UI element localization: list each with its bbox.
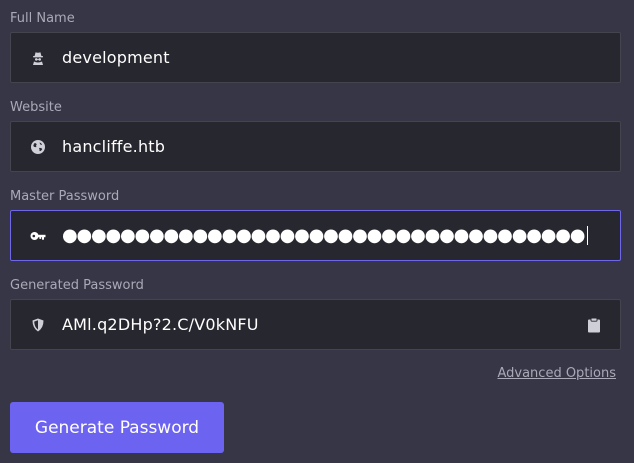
master-password-field[interactable]: ●●●●●●●●●●●●●●●●●●●●●●●●●●●●●●●●●●●● [10, 210, 621, 261]
clipboard-icon[interactable] [586, 316, 602, 334]
master-password-value: ●●●●●●●●●●●●●●●●●●●●●●●●●●●●●●●●●●●● [62, 225, 585, 246]
generated-password-value: AMl.q2DHp?2.C/V0kNFU [62, 315, 259, 334]
advanced-options-link[interactable]: Advanced Options [497, 366, 616, 381]
user-secret-icon [29, 49, 47, 67]
website-field[interactable]: hancliffe.htb [10, 121, 621, 172]
master-password-label: Master Password [10, 189, 120, 204]
full-name-field[interactable]: development [10, 32, 621, 83]
master-password-input[interactable]: ●●●●●●●●●●●●●●●●●●●●●●●●●●●●●●●●●●●● [62, 211, 589, 260]
website-label: Website [10, 100, 62, 115]
generate-password-label: Generate Password [34, 417, 200, 438]
full-name-value: development [62, 48, 170, 67]
globe-icon [29, 138, 47, 156]
full-name-label: Full Name [10, 11, 75, 26]
text-caret [587, 226, 589, 245]
key-icon [29, 227, 47, 245]
generate-password-button[interactable]: Generate Password [10, 402, 224, 453]
shield-icon [29, 316, 47, 334]
generated-password-field[interactable]: AMl.q2DHp?2.C/V0kNFU [10, 299, 621, 350]
website-value: hancliffe.htb [62, 137, 166, 156]
generated-password-label: Generated Password [10, 278, 144, 293]
